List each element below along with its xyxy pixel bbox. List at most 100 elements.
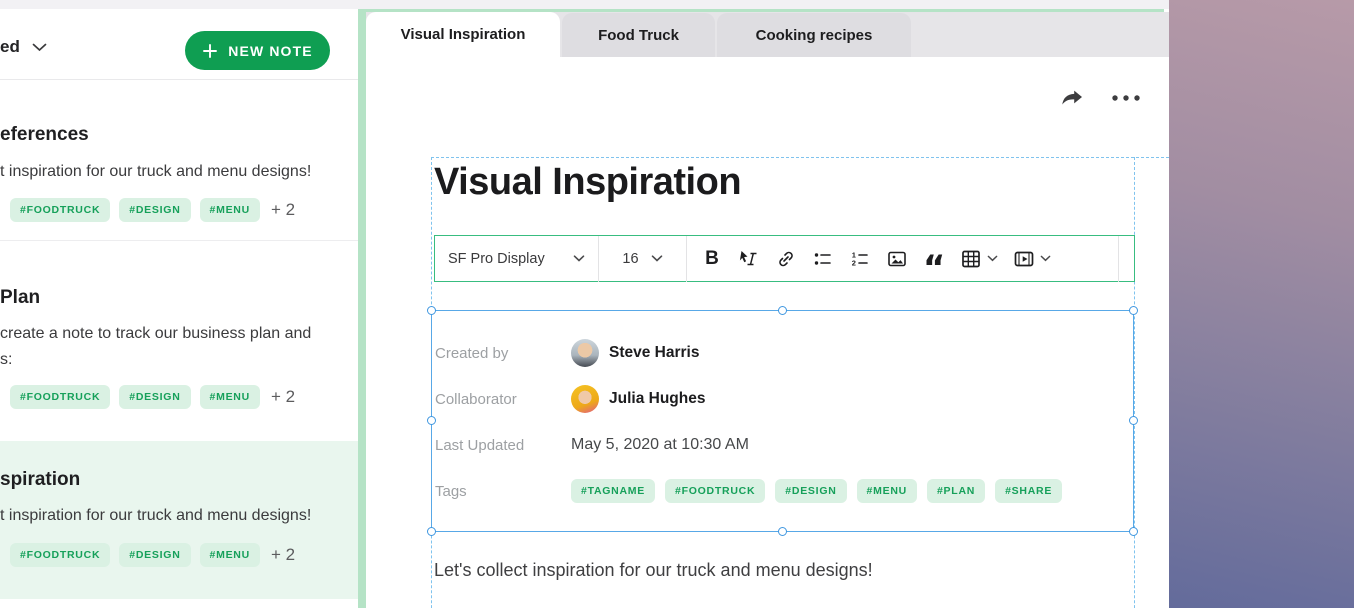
tag-chip[interactable]: #PLAN bbox=[927, 479, 985, 503]
selection-handle[interactable] bbox=[1129, 527, 1138, 536]
tag-chip[interactable]: #DESIGN bbox=[119, 385, 190, 409]
formatting-toolbar: SF Pro Display 16 B 12 “ bbox=[434, 235, 1135, 282]
tag-chip[interactable]: #FOODTRUCK bbox=[665, 479, 765, 503]
selection-handle[interactable] bbox=[427, 306, 436, 315]
tag-chip[interactable]: #FOODTRUCK bbox=[10, 198, 110, 222]
app-window: ed NEW NOTE eferences t inspiration for … bbox=[0, 0, 1354, 608]
meta-person: Julia Hughes bbox=[571, 385, 705, 413]
tab-visual-inspiration[interactable]: Visual Inspiration bbox=[366, 12, 560, 57]
note-list-item[interactable]: eferences t inspiration for our truck an… bbox=[0, 80, 358, 240]
selection-handle[interactable] bbox=[778, 306, 787, 315]
note-actions bbox=[1059, 87, 1141, 108]
new-note-label: NEW NOTE bbox=[228, 43, 312, 59]
meta-rows: Created by Steve Harris Collaborator Jul… bbox=[435, 330, 1125, 514]
desktop-wallpaper bbox=[1169, 0, 1354, 608]
new-note-button[interactable]: NEW NOTE bbox=[185, 31, 330, 70]
numbered-list-button[interactable]: 12 bbox=[849, 247, 871, 271]
note-snippet: t inspiration for our truck and menu des… bbox=[0, 507, 311, 525]
font-size-select[interactable]: 16 bbox=[599, 251, 686, 267]
tag-chip[interactable]: #MENU bbox=[857, 479, 917, 503]
tag-chip[interactable]: #MENU bbox=[200, 198, 260, 222]
meta-row-created-by: Created by Steve Harris bbox=[435, 330, 1125, 376]
tab-food-truck[interactable]: Food Truck bbox=[562, 13, 715, 58]
sort-dropdown-label: ed bbox=[0, 37, 20, 57]
avatar bbox=[571, 385, 599, 413]
more-options-button[interactable] bbox=[1111, 94, 1141, 102]
chevron-down-icon bbox=[987, 255, 998, 262]
italic-cursor-button[interactable] bbox=[738, 247, 760, 271]
tag-overflow-count: + 2 bbox=[271, 545, 295, 565]
plus-icon bbox=[202, 43, 218, 59]
note-tags: #FOODTRUCK #DESIGN #MENU + 2 bbox=[10, 543, 295, 567]
note-title: Plan bbox=[0, 287, 40, 309]
tag-chip[interactable]: #FOODTRUCK bbox=[10, 385, 110, 409]
bulleted-list-button[interactable] bbox=[812, 247, 834, 271]
note-title: eferences bbox=[0, 124, 89, 146]
note-title: spiration bbox=[0, 469, 80, 491]
link-icon bbox=[775, 248, 797, 270]
tag-overflow-count: + 2 bbox=[271, 387, 295, 407]
note-body-paragraph[interactable]: Let's collect inspiration for our truck … bbox=[434, 560, 873, 581]
selection-dashed-border bbox=[431, 157, 1169, 158]
editor-panel: Visual Inspiration Food Truck Cooking re… bbox=[366, 12, 1169, 608]
window-top-strip bbox=[0, 0, 1169, 9]
sidebar-topbar: ed NEW NOTE bbox=[0, 9, 358, 80]
link-button[interactable] bbox=[775, 247, 797, 271]
font-family-select[interactable]: SF Pro Display bbox=[435, 251, 598, 267]
note-snippet: t inspiration for our truck and menu des… bbox=[0, 163, 311, 181]
image-button[interactable] bbox=[886, 247, 908, 271]
font-size-value: 16 bbox=[622, 251, 638, 267]
note-editor: Visual Inspiration SF Pro Display 16 B 12… bbox=[366, 57, 1169, 608]
tag-chip[interactable]: #TAGNAME bbox=[571, 479, 655, 503]
sort-dropdown[interactable]: ed bbox=[0, 37, 47, 57]
share-button[interactable] bbox=[1059, 87, 1085, 108]
tab-cooking-recipes[interactable]: Cooking recipes bbox=[717, 13, 911, 58]
note-title-heading[interactable]: Visual Inspiration bbox=[434, 161, 741, 204]
meta-tags: #TAGNAME #FOODTRUCK #DESIGN #MENU #PLAN … bbox=[571, 479, 1062, 503]
selection-handle[interactable] bbox=[1129, 416, 1138, 425]
meta-label: Tags bbox=[435, 483, 571, 500]
tag-chip[interactable]: #FOODTRUCK bbox=[10, 543, 110, 567]
meta-row-collaborator: Collaborator Julia Hughes bbox=[435, 376, 1125, 422]
note-snippet: create a note to track our business plan… bbox=[0, 325, 311, 343]
more-options-icon bbox=[1111, 94, 1141, 102]
font-family-value: SF Pro Display bbox=[448, 251, 545, 267]
tag-chip[interactable]: #MENU bbox=[200, 543, 260, 567]
person-name: Julia Hughes bbox=[609, 390, 705, 408]
notes-sidebar: ed NEW NOTE eferences t inspiration for … bbox=[0, 9, 358, 608]
tag-chip[interactable]: #DESIGN bbox=[119, 198, 190, 222]
note-list-item[interactable]: Plan create a note to track our business… bbox=[0, 241, 358, 441]
last-updated-value: May 5, 2020 at 10:30 AM bbox=[571, 436, 749, 454]
table-button[interactable] bbox=[960, 247, 998, 271]
note-list-item-selected[interactable]: spiration t inspiration for our truck an… bbox=[0, 441, 358, 599]
meta-row-last-updated: Last Updated May 5, 2020 at 10:30 AM bbox=[435, 422, 1125, 468]
tag-chip[interactable]: #SHARE bbox=[995, 479, 1062, 503]
note-snippet: s: bbox=[0, 351, 12, 369]
selection-handle[interactable] bbox=[778, 527, 787, 536]
image-icon bbox=[886, 248, 908, 270]
tag-chip[interactable]: #MENU bbox=[200, 385, 260, 409]
person-name: Steve Harris bbox=[609, 344, 699, 362]
selection-handle[interactable] bbox=[427, 527, 436, 536]
chevron-down-icon bbox=[32, 43, 47, 52]
numbered-list-icon: 12 bbox=[849, 248, 871, 270]
bold-button[interactable]: B bbox=[701, 247, 723, 271]
chevron-down-icon bbox=[651, 255, 663, 262]
note-meta-table[interactable]: Created by Steve Harris Collaborator Jul… bbox=[431, 310, 1134, 532]
meta-label: Collaborator bbox=[435, 391, 571, 408]
svg-text:2: 2 bbox=[852, 258, 856, 267]
meta-label: Last Updated bbox=[435, 437, 571, 454]
video-button[interactable] bbox=[1013, 247, 1051, 271]
note-tags: #FOODTRUCK #DESIGN #MENU + 2 bbox=[10, 385, 295, 409]
note-tags: #FOODTRUCK #DESIGN #MENU + 2 bbox=[10, 198, 295, 222]
tab-bar: Visual Inspiration Food Truck Cooking re… bbox=[366, 12, 1169, 57]
toolbar-tail bbox=[1118, 236, 1134, 282]
editor-frame-border bbox=[358, 9, 366, 608]
tag-chip[interactable]: #DESIGN bbox=[119, 543, 190, 567]
meta-row-tags: Tags #TAGNAME #FOODTRUCK #DESIGN #MENU #… bbox=[435, 468, 1125, 514]
blockquote-button[interactable]: “ bbox=[923, 247, 945, 271]
toolbar-icons: B 12 “ bbox=[687, 247, 1065, 271]
chevron-down-icon bbox=[1040, 255, 1051, 262]
tag-chip[interactable]: #DESIGN bbox=[775, 479, 846, 503]
selection-handle[interactable] bbox=[1129, 306, 1138, 315]
